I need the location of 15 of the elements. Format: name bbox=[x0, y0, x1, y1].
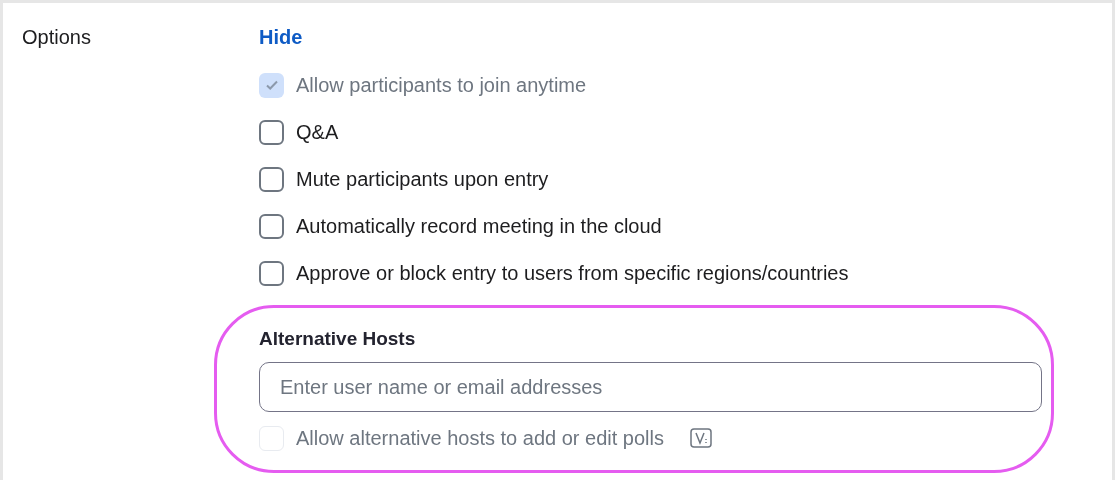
field-label: Alternative Hosts bbox=[259, 327, 417, 351]
option-label: Mute participants upon entry bbox=[296, 167, 549, 192]
option-label: Automatically record meeting in the cloud bbox=[296, 214, 662, 239]
option-label: Allow participants to join anytime bbox=[296, 73, 587, 98]
checkbox[interactable] bbox=[259, 213, 284, 239]
option-label: Approve or block entry to users from specific regions/countries bbox=[296, 261, 849, 286]
v-badge-icon bbox=[690, 428, 712, 448]
hide-link[interactable]: Hide bbox=[259, 26, 303, 48]
input-field[interactable]: Enter user name or email addresses bbox=[259, 362, 1042, 412]
checkbox[interactable] bbox=[259, 260, 284, 286]
option-label: Allow alternative hosts to add or edit polls bbox=[296, 426, 664, 451]
section-label: Options bbox=[22, 26, 91, 48]
checkbox[interactable] bbox=[259, 166, 284, 192]
checkbox[interactable] bbox=[259, 119, 284, 145]
option-label: Q&A bbox=[296, 120, 339, 145]
